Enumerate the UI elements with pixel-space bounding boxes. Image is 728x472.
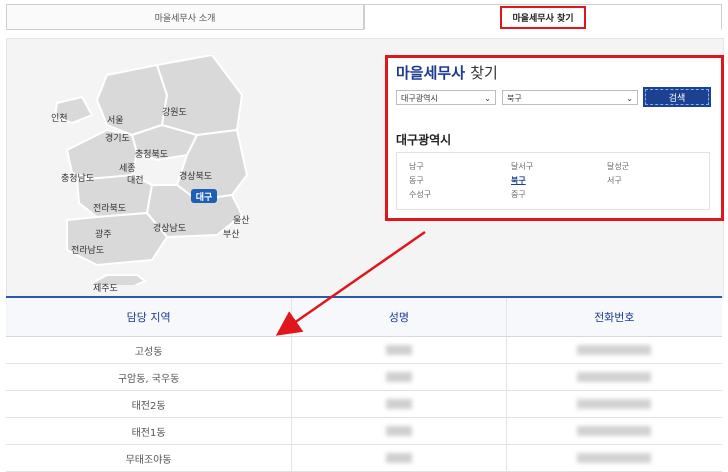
search-button[interactable]: 검색 xyxy=(643,87,711,107)
tab-bar: 마을세무사 소개 마을세무사 찾기 xyxy=(6,4,722,30)
cell-phone xyxy=(507,337,722,363)
finder-title-suffix: 찾기 xyxy=(470,64,498,82)
redacted-name xyxy=(385,345,412,355)
cell-area: 구암동, 국우동 xyxy=(6,364,293,390)
tab-intro[interactable]: 마을세무사 소개 xyxy=(6,4,364,30)
cell-phone xyxy=(507,391,722,417)
redacted-name xyxy=(385,453,412,463)
district-link[interactable]: 중구 xyxy=(511,189,526,200)
map-label-jeju[interactable]: 제주도 xyxy=(93,281,118,294)
korea-map: 인천 서울 강원도 경기도 충청북도 세종 충청남도 대전 경상북도 전라북도 … xyxy=(37,53,267,294)
map-label-jeonnam[interactable]: 전라남도 xyxy=(71,243,104,256)
table-header: 담당 지역 성명 전화번호 xyxy=(6,298,722,337)
redacted-name xyxy=(385,426,412,436)
cell-area: 태전1동 xyxy=(6,418,293,444)
cell-name xyxy=(292,364,507,390)
chevron-down-icon: ⌄ xyxy=(484,94,491,103)
table-row: 무태조야동 xyxy=(6,445,722,472)
redacted-name xyxy=(385,399,412,409)
finder-title-main: 마을세무사 xyxy=(396,64,466,82)
table-row: 고성동 xyxy=(6,337,722,364)
cell-name xyxy=(292,418,507,444)
redacted-name xyxy=(385,372,412,382)
district-link[interactable]: 수성구 xyxy=(409,189,431,200)
cell-area: 태전2동 xyxy=(6,391,293,417)
cell-area: 무태조야동 xyxy=(6,445,293,471)
map-label-daegu: 대구 xyxy=(195,192,213,203)
cell-name xyxy=(292,337,507,363)
redacted-phone xyxy=(577,426,652,436)
district-link[interactable]: 달성군 xyxy=(607,161,629,172)
map-label-gyeongnam[interactable]: 경상남도 xyxy=(153,221,186,234)
map-region-gangwon xyxy=(155,53,244,137)
district-list: 남구 달서구 달성군 동구 북구 서구 수성구 중구 xyxy=(396,152,710,210)
cell-name xyxy=(292,391,507,417)
table-row: 구암동, 국우동 xyxy=(6,364,722,391)
district-link[interactable]: 동구 xyxy=(409,175,424,186)
map-label-chungbuk[interactable]: 충청북도 xyxy=(135,147,168,160)
tax-accountant-finder: 마을세무사 찾기 대구광역시 ⌄ 북구 ⌄ 검색 대구광역시 남구 달서구 달성… xyxy=(385,55,724,221)
region-title: 대구광역시 xyxy=(396,133,452,147)
map-pin-daegu[interactable]: 대구 xyxy=(191,189,217,203)
map-label-gangwon[interactable]: 강원도 xyxy=(162,105,187,118)
header-area: 담당 지역 xyxy=(6,298,293,336)
map-label-gyeonggi[interactable]: 경기도 xyxy=(105,131,130,144)
tab-intro-label: 마을세무사 소개 xyxy=(154,13,216,24)
district-link[interactable]: 남구 xyxy=(409,161,424,172)
result-table: 담당 지역 성명 전화번호 고성동 구암동, 국우동 태전2동 태전1동 무태조… xyxy=(6,296,722,472)
table-row: 태전1동 xyxy=(6,418,722,445)
map-label-gyeongbuk[interactable]: 경상북도 xyxy=(179,169,212,182)
map-label-seoul[interactable]: 서울 xyxy=(107,113,124,126)
city-select-value: 대구광역시 xyxy=(401,94,438,103)
map-label-ulsan[interactable]: 울산 xyxy=(233,213,250,226)
district-select[interactable]: 북구 ⌄ xyxy=(502,90,638,105)
tab-find[interactable]: 마을세무사 찾기 xyxy=(364,4,722,30)
map-label-busan[interactable]: 부산 xyxy=(223,227,240,240)
redacted-phone xyxy=(577,372,652,382)
map-label-chungnam[interactable]: 충청남도 xyxy=(61,171,94,184)
cell-name xyxy=(292,445,507,471)
map-region-jeonnam xyxy=(66,211,169,267)
city-select[interactable]: 대구광역시 ⌄ xyxy=(396,90,496,105)
table-row: 태전2동 xyxy=(6,391,722,418)
district-link[interactable]: 달서구 xyxy=(511,161,533,172)
cell-phone xyxy=(507,418,722,444)
district-select-value: 북구 xyxy=(507,94,522,103)
district-link[interactable]: 서구 xyxy=(607,175,622,186)
map-label-gwangju[interactable]: 광주 xyxy=(95,227,112,240)
cell-area: 고성동 xyxy=(6,337,293,363)
finder-title: 마을세무사 찾기 xyxy=(396,62,498,83)
district-link-active[interactable]: 북구 xyxy=(511,175,526,186)
redacted-phone xyxy=(577,345,652,355)
cell-phone xyxy=(507,364,722,390)
search-button-label: 검색 xyxy=(668,93,686,104)
header-phone: 전화번호 xyxy=(594,311,635,324)
map-label-jeonbuk[interactable]: 전라북도 xyxy=(93,201,126,214)
cell-phone xyxy=(507,445,722,471)
redacted-phone xyxy=(577,399,652,409)
tab-find-label: 마을세무사 찾기 xyxy=(500,5,586,29)
chevron-down-icon: ⌄ xyxy=(626,94,633,103)
redacted-phone xyxy=(577,453,652,463)
map-label-incheon[interactable]: 인천 xyxy=(51,111,68,124)
map-label-daejeon[interactable]: 대전 xyxy=(127,173,144,186)
header-name: 성명 xyxy=(292,298,507,336)
